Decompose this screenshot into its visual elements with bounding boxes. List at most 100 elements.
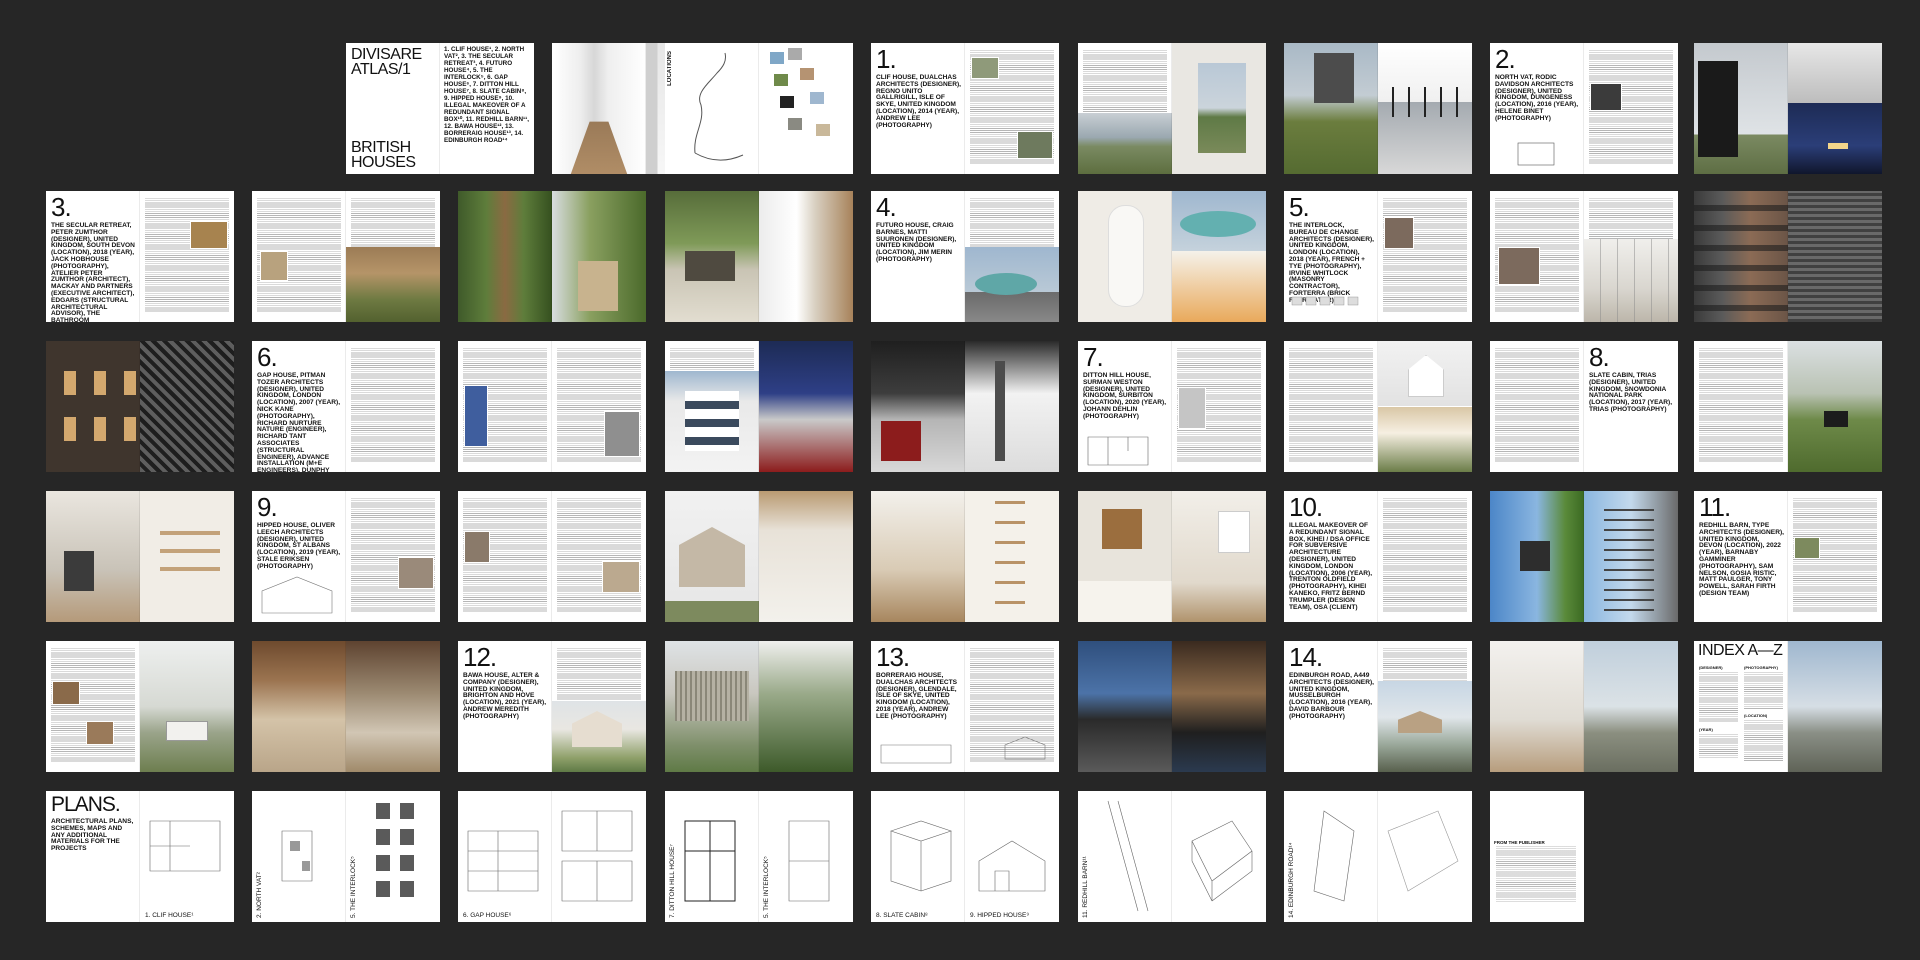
spread-5d[interactable] — [46, 341, 234, 472]
project-6-text — [346, 341, 440, 472]
photo-borreraig-interior — [1172, 641, 1266, 772]
photo-brick-terrace — [1694, 191, 1788, 322]
spread-3b[interactable] — [252, 191, 440, 322]
photo-interior-glazing — [1378, 43, 1472, 174]
spread-project-1[interactable]: 1. CLIF HOUSE, DUALCHAS ARCHITECTS (DESI… — [871, 43, 1059, 174]
spread-project-7[interactable]: 7. DITTON HILL HOUSE, SURMAN WESTON (DES… — [1078, 341, 1266, 472]
spread-project-8[interactable]: 8. SLATE CABIN, TRIAS (DESIGNER), UNITED… — [1490, 341, 1678, 472]
spread-project-9[interactable]: 9. HIPPED HOUSE, OLIVER LEECH ARCHITECTS… — [252, 491, 440, 622]
photo-bedroom-window — [1078, 491, 1172, 622]
photo-barn-kitchen — [346, 641, 440, 772]
spread-project-13[interactable]: 13. BORRERAIG HOUSE, DUALCHAS ARCHITECTS… — [871, 641, 1059, 772]
spread-1b[interactable] — [1078, 43, 1266, 174]
photo-courtyard — [665, 191, 759, 322]
spread-project-2[interactable]: 2. NORTH VAT, RODIC DAVIDSON ARCHITECTS … — [1490, 43, 1678, 174]
photo-edinburgh-landscape — [1584, 641, 1678, 772]
spread-plans-3[interactable]: 6. GAP HOUSE⁶ — [458, 791, 646, 922]
spread-project-11[interactable]: 11. REDHILL BARN, TYPE ARCHITECTS (DESIG… — [1694, 491, 1882, 622]
index-year-heading: (YEAR) — [1699, 727, 1713, 732]
spread-1c[interactable] — [1284, 43, 1472, 174]
spread-9e[interactable] — [1078, 491, 1266, 622]
spread-12b[interactable] — [665, 641, 853, 772]
photo-stair-red — [871, 341, 965, 472]
plan-label-ditton-hill: 7. DITTON HILL HOUSE⁷ — [669, 844, 676, 918]
plan-ditton-hill: 7. DITTON HILL HOUSE⁷ — [665, 791, 759, 922]
project-11-text-2 — [46, 641, 140, 772]
plan-edinburgh-road: 14. EDINBURGH ROAD¹⁴ — [1284, 791, 1378, 922]
project-13-text — [965, 641, 1059, 772]
plan-label-interlock: 5. THE INTERLOCK⁵ — [350, 856, 357, 918]
spread-11c[interactable] — [252, 641, 440, 772]
spread-13b[interactable] — [1078, 641, 1266, 772]
spread-6d[interactable] — [871, 341, 1059, 472]
spread-7b[interactable] — [1284, 341, 1472, 472]
photo-signal-box-sky — [1490, 491, 1584, 622]
spread-publisher[interactable]: FROM THE PUBLISHER — [1490, 791, 1584, 922]
spread-project-6[interactable]: 6. GAP HOUSE, PITMAN TOZER ARCHITECTS (D… — [252, 341, 440, 472]
spread-9b[interactable] — [458, 491, 646, 622]
spread-plans-2[interactable]: 2. NORTH VAT² 5. THE INTERLOCK⁵ — [252, 791, 440, 922]
spread-5b[interactable] — [1490, 191, 1678, 322]
spread-8b[interactable] — [1694, 341, 1882, 472]
spread-index[interactable]: INDEX A—Z (DESIGNER) (PHOTOGRAPHY) (LOCA… — [1694, 641, 1882, 772]
photo-bawa-garden — [759, 641, 853, 772]
spread-8c[interactable] — [46, 491, 234, 622]
spread-9d[interactable] — [871, 491, 1059, 622]
spread-plans-6[interactable]: 11. REDHILL BARN¹¹ — [1078, 791, 1266, 922]
project-3-text-2 — [252, 191, 346, 322]
plan-label-redhill-barn: 11. REDHILL BARN¹¹ — [1082, 856, 1089, 918]
photo-index-sky — [1788, 641, 1882, 772]
photo-edinburgh-interior — [1490, 641, 1584, 772]
plan-label-hipped-house: 9. HIPPED HOUSE⁹ — [970, 912, 1030, 919]
project-11-number: 11. — [1699, 492, 1731, 522]
plan-slate-cabin: 8. SLATE CABIN⁸ — [871, 791, 965, 922]
publisher-page: FROM THE PUBLISHER — [1490, 791, 1584, 922]
spread-plans-7[interactable]: 14. EDINBURGH ROAD¹⁴ — [1284, 791, 1472, 922]
contents-page: 1. CLIF HOUSE¹, 2. NORTH VAT², 3. THE SE… — [440, 43, 534, 174]
spread-14b[interactable] — [1490, 641, 1678, 772]
project-9-text-3 — [552, 491, 646, 622]
plan-label-edinburgh-road: 14. EDINBURGH ROAD¹⁴ — [1288, 842, 1295, 918]
plan-redhill-barn: 11. REDHILL BARN¹¹ — [1078, 791, 1172, 922]
spread-9c[interactable] — [665, 491, 853, 622]
spread-6b[interactable] — [458, 341, 646, 472]
spread-3d[interactable] — [665, 191, 853, 322]
project-7-title-page: 7. DITTON HILL HOUSE, SURMAN WESTON (DES… — [1078, 341, 1172, 472]
project-5-title-page: 5. THE INTERLOCK, BUREAU DE CHANGE ARCHI… — [1284, 191, 1378, 322]
spread-cover[interactable]: DIVISARE ATLAS/1 BRITISH HOUSES 1. CLIF … — [346, 43, 534, 174]
spread-project-10[interactable]: 10. ILLEGAL MAKEOVER OF A REDUNDANT SIGN… — [1284, 491, 1472, 622]
plan-label-gap-house: 6. GAP HOUSE⁶ — [463, 912, 512, 919]
index-designer-heading: (DESIGNER) — [1699, 665, 1723, 670]
photo-edinburgh-road — [1378, 641, 1472, 772]
plan-hipped-house: 9. HIPPED HOUSE⁹ — [965, 791, 1059, 922]
spread-plans-4[interactable]: 7. DITTON HILL HOUSE⁷ 5. THE INTERLOCK⁵ — [665, 791, 853, 922]
spread-plans-intro[interactable]: PLANS. ARCHITECTURAL PLANS, SCHEMES, MAP… — [46, 791, 234, 922]
spread-plans-5[interactable]: 8. SLATE CABIN⁸ 9. HIPPED HOUSE⁹ — [871, 791, 1059, 922]
spread-5c[interactable] — [1694, 191, 1882, 322]
photo-cabin-window — [46, 491, 140, 622]
photo-redhill-barn — [140, 641, 234, 772]
spread-3c[interactable] — [458, 191, 646, 322]
spread-project-14[interactable]: 14. EDINBURGH ROAD, A449 ARCHITECTS (DES… — [1284, 641, 1472, 772]
spread-2b[interactable] — [1694, 43, 1882, 174]
spread-locations[interactable]: LOCATIONS — [665, 43, 853, 174]
project-7-text — [1172, 341, 1266, 472]
project-3-number: 3. — [51, 192, 72, 222]
plan-label-interlock-section: 5. THE INTERLOCK⁵ — [763, 856, 770, 918]
spread-11b[interactable] — [46, 641, 234, 772]
spread-project-3[interactable]: 3. THE SECULAR RETREAT, PETER ZUMTHOR (D… — [46, 191, 234, 322]
spread-6c[interactable] — [665, 341, 853, 472]
spread-project-5[interactable]: 5. THE INTERLOCK, BUREAU DE CHANGE ARCHI… — [1284, 191, 1472, 322]
cover-title: DIVISARE ATLAS/1 — [351, 46, 422, 78]
spread-10b[interactable] — [1490, 491, 1678, 622]
spread-4b[interactable] — [1078, 191, 1266, 322]
photo-barn-interior — [252, 641, 346, 772]
project-1-text — [965, 43, 1059, 174]
photo-hipped-stair — [871, 491, 965, 622]
project-3-title-page: 3. THE SECULAR RETREAT, PETER ZUMTHOR (D… — [46, 191, 140, 322]
spread-project-12[interactable]: 12. BAWA HOUSE, ALTER & COMPANY (DESIGNE… — [458, 641, 646, 772]
photo-house-landscape — [1284, 43, 1378, 174]
spread-project-4[interactable]: 4. FUTURO HOUSE, CRAIG BARNES, MATTI SUU… — [871, 191, 1059, 322]
photo-window-view — [1172, 43, 1266, 174]
locations-thumbs — [759, 43, 853, 174]
